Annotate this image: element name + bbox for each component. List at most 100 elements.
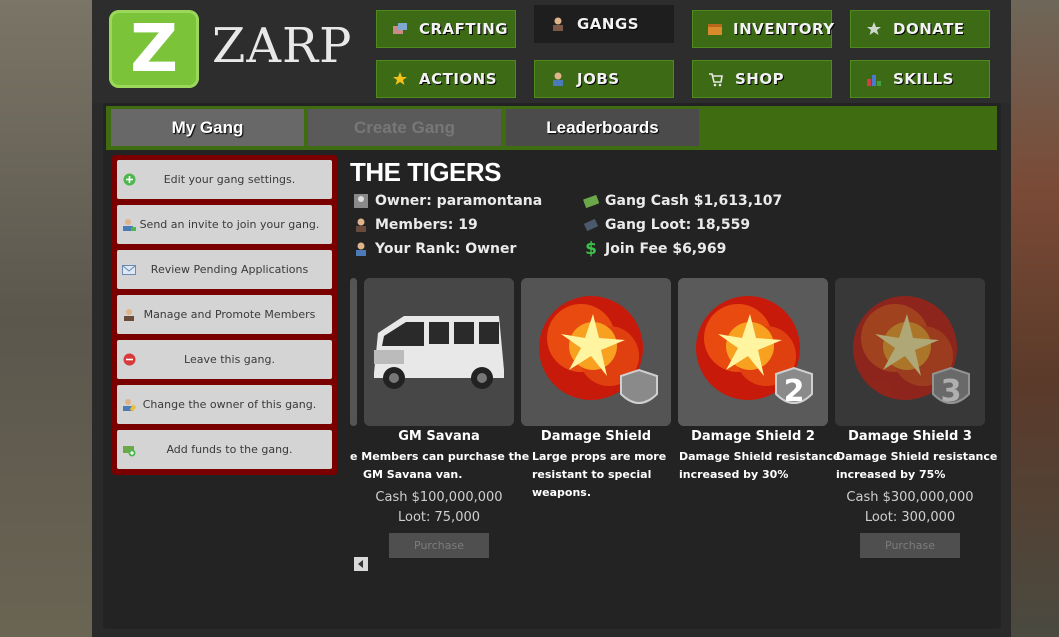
crafting-icon (391, 20, 409, 38)
tab-leaderboards[interactable]: Leaderboards (506, 109, 699, 146)
desc-line: Large props are more (532, 450, 667, 463)
user-edit-icon (122, 398, 136, 412)
upgrade-description: Damage Shield resistance increased by 30… (679, 448, 840, 484)
gang-owner: Owner: paramontana (352, 192, 542, 210)
menu-label: Add funds to the gang. (166, 443, 293, 456)
gangs-icon (549, 15, 567, 33)
gang-cash: Gang Cash $1,613,107 (582, 192, 782, 210)
upgrade-card-damage-shield[interactable] (521, 278, 671, 426)
gang-name: THE TIGERS (350, 157, 502, 187)
add-funds-button[interactable]: Add funds to the gang. (117, 430, 332, 469)
nav-inventory-button[interactable]: INVENTORY (692, 10, 835, 48)
nav-actions-button[interactable]: ACTIONS (376, 60, 516, 98)
cash-text: Gang Cash $1,613,107 (605, 193, 783, 209)
leave-gang-button[interactable]: Leave this gang. (117, 340, 332, 379)
nav-crafting-button[interactable]: CRAFTING (376, 10, 516, 48)
members-text: Members: 19 (375, 217, 478, 233)
upgrade-description: e Members can purchase the GM Savana van… (350, 448, 529, 484)
upgrade-loot-cost: Loot: 75,000 (397, 510, 481, 525)
change-owner-button[interactable]: Change the owner of this gang. (117, 385, 332, 424)
nav-label: DONATE (893, 20, 965, 38)
nav-label: ACTIONS (419, 70, 498, 88)
brand-name: ZARP (212, 18, 353, 74)
dollar-icon: $ (585, 239, 597, 259)
tab-create-gang[interactable]: Create Gang (308, 109, 501, 146)
menu-label: Send an invite to join your gang. (139, 218, 320, 231)
upgrade-card-partial (350, 278, 357, 426)
user-icon (122, 308, 136, 322)
upgrade-card-damage-shield-3[interactable]: 3 (835, 278, 985, 426)
loot-text: Gang Loot: 18,559 (605, 217, 751, 233)
nav-label: GANGS (577, 15, 640, 33)
envelope-icon (122, 263, 136, 277)
menu-label: Edit your gang settings. (163, 173, 296, 186)
background-left (0, 0, 92, 637)
gang-members: Members: 19 (352, 216, 478, 234)
donate-icon (865, 20, 883, 38)
upgrade-title: Damage Shield (540, 429, 652, 444)
inventory-icon (707, 20, 723, 38)
zarp-logo: Z (109, 10, 199, 88)
nav-label: INVENTORY (733, 20, 835, 38)
upgrade-title: GM Savana (398, 429, 480, 444)
nav-shop-button[interactable]: SHOP (692, 60, 832, 98)
nav-label: CRAFTING (419, 20, 509, 38)
rank-text: Your Rank: Owner (375, 241, 517, 257)
desc-line: e Members can purchase the (350, 450, 530, 463)
owner-icon (352, 192, 370, 210)
explosion-icon (521, 278, 671, 426)
review-applications-button[interactable]: Review Pending Applications (117, 250, 332, 289)
desc-line: resistant to special (532, 468, 652, 481)
desc-line: weapons. (532, 486, 592, 499)
purchase-button[interactable]: Purchase (389, 533, 489, 558)
scroll-left-button[interactable] (354, 557, 368, 571)
nav-skills-button[interactable]: SKILLS (850, 60, 990, 98)
upgrade-cash-cost: Cash $300,000,000 (846, 490, 974, 505)
purchase-button[interactable]: Purchase (860, 533, 960, 558)
nav-jobs-button[interactable]: JOBS (534, 60, 674, 98)
menu-label: Manage and Promote Members (143, 308, 316, 321)
logo-letter: Z (130, 10, 178, 87)
upgrade-title: Damage Shield 3 (848, 429, 972, 444)
desc-line: increased by 30% (679, 468, 789, 481)
upgrade-description: Large props are more resistant to specia… (532, 448, 666, 502)
tab-my-gang[interactable]: My Gang (111, 109, 304, 146)
gang-join-fee: $ Join Fee $6,969 (582, 239, 726, 259)
send-invite-button[interactable]: Send an invite to join your gang. (117, 205, 332, 244)
upgrade-loot-cost: Loot: 300,000 (864, 510, 956, 525)
loot-icon (582, 216, 600, 234)
nav-label: SHOP (735, 70, 785, 88)
owner-text: Owner: paramontana (375, 193, 543, 209)
explosion-icon: 2 (678, 278, 828, 426)
user-add-icon (122, 218, 136, 232)
menu-label: Leave this gang. (184, 353, 275, 366)
plus-circle-icon (122, 173, 136, 187)
jobs-icon (549, 70, 567, 88)
desc-line: GM Savana van. (363, 468, 463, 481)
upgrade-title: Damage Shield 2 (691, 429, 815, 444)
edit-gang-settings-button[interactable]: Edit your gang settings. (117, 160, 332, 199)
manage-members-button[interactable]: Manage and Promote Members (117, 295, 332, 334)
menu-label: Review Pending Applications (150, 263, 309, 276)
money-add-icon (122, 443, 136, 457)
nav-donate-button[interactable]: DONATE (850, 10, 990, 48)
upgrade-description: Damage Shield resistance increased by 75… (836, 448, 997, 484)
skills-chart-icon (865, 70, 883, 88)
rank-icon (352, 240, 370, 258)
star-icon (391, 70, 409, 88)
nav-label: JOBS (577, 70, 620, 88)
arrow-left-icon (358, 560, 363, 568)
upgrade-card-damage-shield-2[interactable]: 2 (678, 278, 828, 426)
shield-badge: 3 (941, 374, 962, 409)
members-icon (352, 216, 370, 234)
van-icon (364, 278, 514, 426)
nav-gangs-button[interactable]: GANGS (534, 5, 674, 43)
explosion-icon: 3 (835, 278, 985, 426)
gang-loot: Gang Loot: 18,559 (582, 216, 750, 234)
nav-label: SKILLS (893, 70, 954, 88)
upgrade-card-gm-savana[interactable] (364, 278, 514, 426)
desc-line: Damage Shield resistance (679, 450, 841, 463)
background-right (1011, 0, 1059, 637)
desc-line: increased by 75% (836, 468, 946, 481)
shield-badge: 2 (784, 374, 805, 409)
